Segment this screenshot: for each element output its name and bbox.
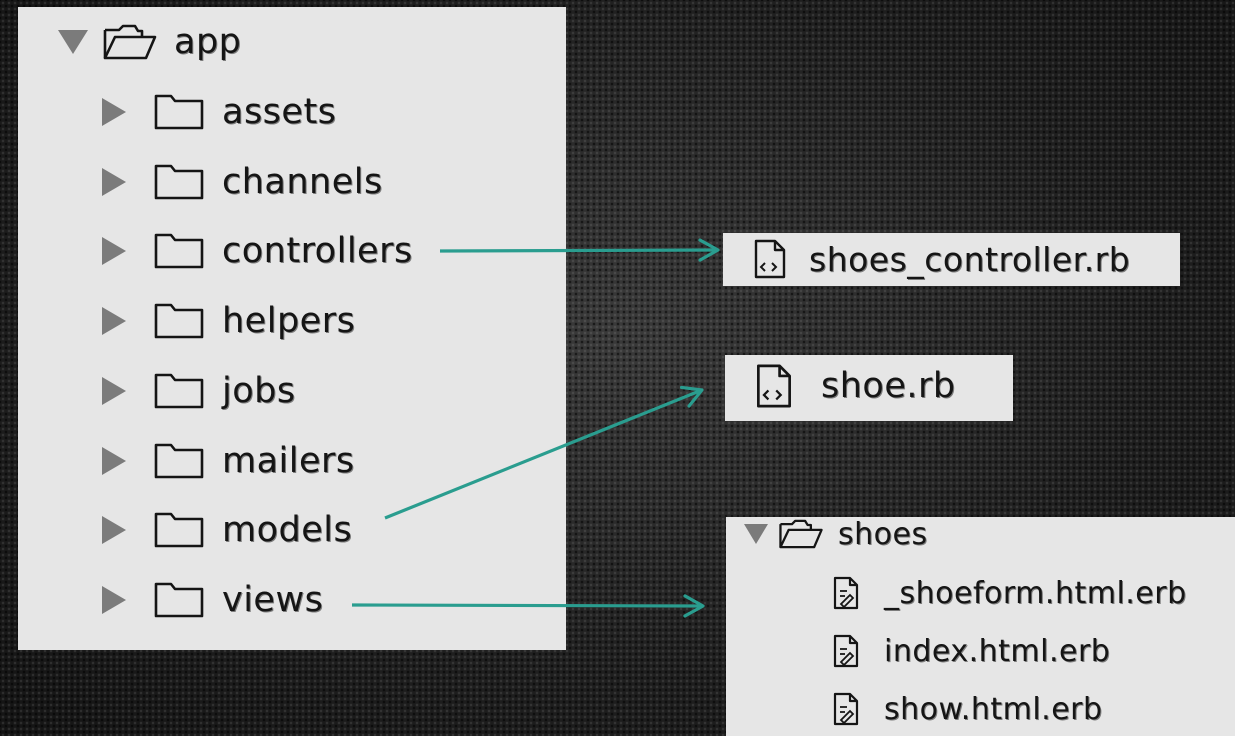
views-detail-panel: shoes _shoeform.html.erb index.html.erb … — [726, 517, 1235, 736]
file-name: shoe.rb — [821, 366, 956, 406]
tree-node-controllers[interactable]: controllers — [102, 228, 413, 274]
folder-icon — [154, 371, 206, 411]
template-file-icon — [832, 634, 860, 668]
tree-node-label: app — [174, 22, 242, 62]
folder-icon — [154, 580, 206, 620]
collapsed-triangle-icon[interactable] — [102, 377, 126, 405]
folder-icon — [154, 510, 206, 550]
template-file-icon — [832, 692, 860, 726]
tree-node-shoes[interactable]: shoes — [744, 511, 928, 557]
file-name: index.html.erb — [884, 633, 1111, 669]
tree-node-label: mailers — [222, 441, 355, 481]
collapsed-triangle-icon[interactable] — [102, 307, 126, 335]
file-item-shoe-model[interactable]: shoe.rb — [755, 363, 956, 409]
folder-icon — [154, 162, 206, 202]
file-name: shoes_controller.rb — [809, 239, 1131, 279]
folder-icon — [154, 231, 206, 271]
tree-node-label: assets — [222, 92, 337, 132]
code-file-icon — [755, 363, 793, 409]
collapsed-triangle-icon[interactable] — [102, 447, 126, 475]
open-folder-icon — [778, 517, 824, 551]
code-file-icon — [753, 239, 787, 279]
file-item-shoes-controller[interactable]: shoes_controller.rb — [753, 236, 1130, 282]
template-file-icon — [832, 576, 860, 610]
file-item-shoeform[interactable]: _shoeform.html.erb — [832, 570, 1187, 616]
file-item-index[interactable]: index.html.erb — [832, 628, 1110, 674]
tree-node-label: helpers — [222, 301, 356, 341]
folder-icon — [154, 301, 206, 341]
tree-node-label: shoes — [838, 516, 928, 552]
expanded-triangle-icon[interactable] — [58, 30, 88, 54]
tree-node-mailers[interactable]: mailers — [102, 438, 355, 484]
collapsed-triangle-icon[interactable] — [102, 516, 126, 544]
folder-icon — [154, 92, 206, 132]
tree-node-helpers[interactable]: helpers — [102, 298, 355, 344]
collapsed-triangle-icon[interactable] — [102, 237, 126, 265]
tree-node-label: jobs — [222, 371, 296, 411]
file-item-show[interactable]: show.html.erb — [832, 686, 1103, 732]
tree-node-label: models — [222, 510, 353, 550]
file-name: _shoeform.html.erb — [884, 575, 1187, 611]
tree-node-channels[interactable]: channels — [102, 159, 383, 205]
tree-node-label: views — [222, 580, 324, 620]
models-detail-panel: shoe.rb — [725, 355, 1013, 421]
tree-node-jobs[interactable]: jobs — [102, 368, 296, 414]
app-folder-tree: app assets channels controllers helpers — [18, 7, 566, 650]
tree-node-models[interactable]: models — [102, 507, 352, 553]
tree-node-label: channels — [222, 162, 383, 202]
expanded-triangle-icon[interactable] — [744, 524, 768, 544]
collapsed-triangle-icon[interactable] — [102, 98, 126, 126]
tree-node-label: controllers — [222, 231, 413, 271]
tree-node-app[interactable]: app — [58, 19, 241, 65]
folder-icon — [154, 441, 206, 481]
collapsed-triangle-icon[interactable] — [102, 586, 126, 614]
tree-node-assets[interactable]: assets — [102, 89, 336, 135]
controllers-detail-panel: shoes_controller.rb — [723, 233, 1180, 286]
tree-node-views[interactable]: views — [102, 577, 323, 623]
file-name: show.html.erb — [884, 691, 1103, 727]
collapsed-triangle-icon[interactable] — [102, 168, 126, 196]
open-folder-icon — [102, 22, 158, 62]
